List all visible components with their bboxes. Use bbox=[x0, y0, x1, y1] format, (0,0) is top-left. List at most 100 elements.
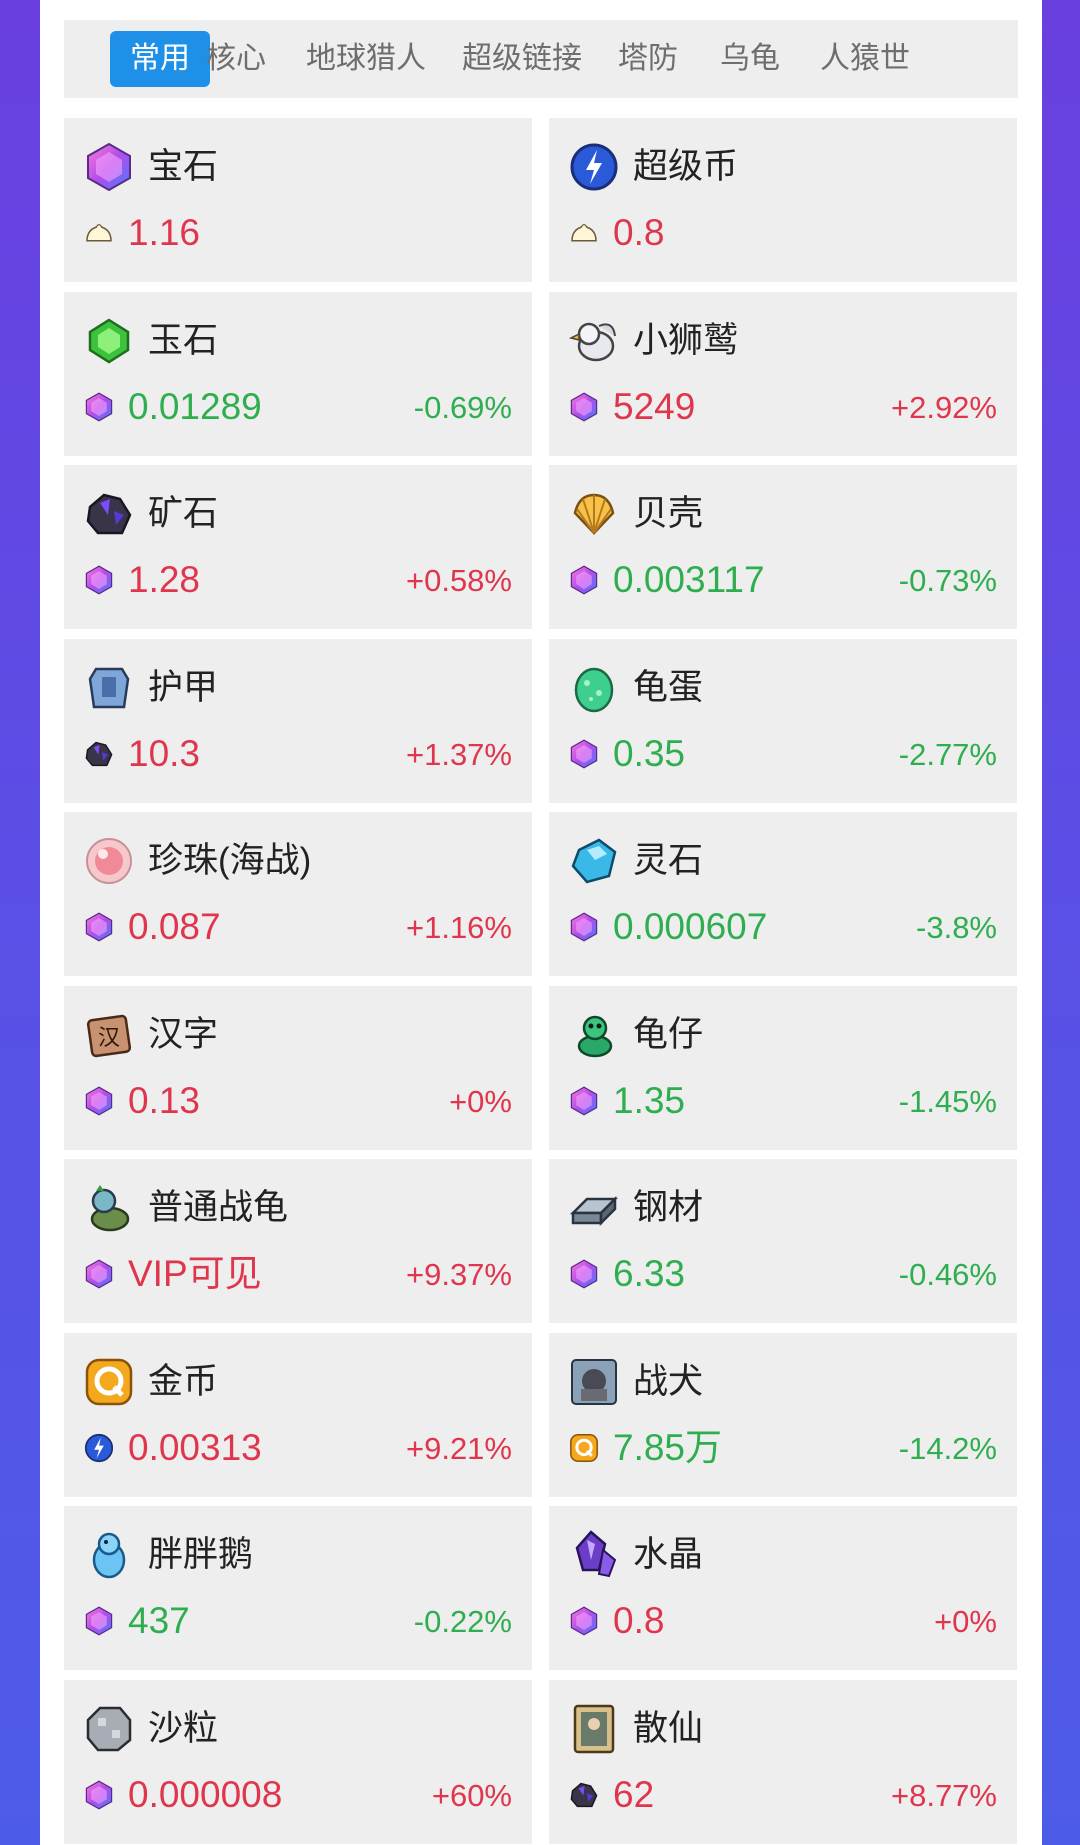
item-change: -0.22% bbox=[413, 1604, 512, 1639]
item-name: 小狮鹫 bbox=[633, 320, 739, 360]
item-price: 437 bbox=[128, 1600, 190, 1641]
spirit-stone-icon bbox=[569, 836, 619, 886]
item-card[interactable]: 贝壳 0.003117 -0.73% bbox=[549, 465, 1017, 629]
item-price: 0.000607 bbox=[613, 906, 768, 947]
sand-icon bbox=[84, 1704, 134, 1754]
item-name: 宝石 bbox=[148, 147, 219, 186]
item-change: -0.46% bbox=[898, 1257, 997, 1292]
armor-icon bbox=[84, 663, 134, 713]
item-name: 龟蛋 bbox=[633, 667, 704, 707]
gem-icon bbox=[569, 1086, 599, 1116]
item-price: 1.28 bbox=[128, 559, 201, 600]
item-card[interactable]: 汉 汉字 0.13 +0% bbox=[64, 985, 532, 1150]
item-price: 1.35 bbox=[613, 1079, 686, 1121]
tab-earth-hunter[interactable]: 地球猎人 bbox=[306, 31, 426, 87]
gem-icon bbox=[569, 1606, 599, 1636]
griffin-icon bbox=[569, 316, 619, 366]
item-card[interactable]: 灵石 0.000607 -3.8% bbox=[549, 812, 1017, 976]
item-card[interactable]: 胖胖鹅 437 -0.22% bbox=[64, 1506, 532, 1670]
item-name: 珍珠(海战) bbox=[148, 841, 312, 880]
super-coin-icon bbox=[569, 142, 619, 192]
ore-icon bbox=[84, 489, 134, 539]
bun-icon bbox=[569, 218, 599, 248]
gem-icon bbox=[569, 739, 599, 769]
crystal-icon bbox=[569, 1530, 619, 1580]
item-price: 0.003117 bbox=[613, 559, 765, 600]
item-card[interactable]: 散仙 62 +8.77% bbox=[549, 1679, 1017, 1844]
item-card[interactable]: 水晶 0.8 +0% bbox=[549, 1506, 1017, 1670]
item-name: 战犬 bbox=[633, 1361, 704, 1401]
item-price: 7.85万 bbox=[613, 1426, 723, 1468]
item-name: 护甲 bbox=[148, 667, 219, 707]
item-name: 胖胖鹅 bbox=[148, 1535, 254, 1574]
item-change: -0.69% bbox=[413, 389, 512, 425]
tab-turtle[interactable]: 乌龟 bbox=[720, 31, 780, 87]
gem-icon bbox=[84, 1086, 114, 1116]
gold-coin-icon bbox=[569, 1433, 599, 1463]
item-change: +1.37% bbox=[405, 736, 512, 772]
item-card[interactable]: 金币 0.00313 +9.21% bbox=[64, 1332, 532, 1497]
super-coin-icon bbox=[84, 1433, 114, 1463]
item-change: -3.8% bbox=[916, 910, 997, 945]
gem-icon bbox=[569, 912, 599, 942]
gem-icon bbox=[569, 392, 599, 422]
item-change: +2.92% bbox=[890, 389, 997, 425]
ore-icon bbox=[84, 739, 114, 769]
item-name: 金币 bbox=[148, 1361, 219, 1401]
tab-tower-defense[interactable]: 塔防 bbox=[618, 31, 678, 87]
item-card[interactable]: 龟仔 1.35 -1.45% bbox=[549, 985, 1017, 1150]
item-change: -1.45% bbox=[898, 1083, 997, 1119]
item-card[interactable]: 超级币 0.8 bbox=[549, 118, 1017, 282]
item-change: +60% bbox=[431, 1777, 512, 1813]
item-name: 沙粒 bbox=[148, 1708, 219, 1748]
item-name: 普通战龟 bbox=[148, 1188, 289, 1227]
item-price: 0.00313 bbox=[128, 1426, 262, 1468]
item-change: +1.16% bbox=[405, 910, 512, 945]
tab-super-link[interactable]: 超级链接 bbox=[462, 31, 582, 87]
item-card[interactable]: 护甲 10.3 +1.37% bbox=[64, 638, 532, 803]
category-tab-bar: 常用 核心 地球猎人 超级链接 塔防 乌龟 人猿世 bbox=[64, 20, 1018, 98]
tab-core[interactable]: 核心 bbox=[206, 31, 266, 87]
item-price: 5249 bbox=[613, 385, 696, 427]
item-change: -2.77% bbox=[898, 736, 997, 772]
jade-icon bbox=[84, 316, 134, 366]
item-price: 1.16 bbox=[128, 212, 201, 253]
item-change: +0% bbox=[449, 1083, 512, 1119]
tab-ape-world[interactable]: 人猿世 bbox=[820, 31, 910, 87]
gem-icon bbox=[84, 565, 114, 595]
item-card[interactable]: 珍珠(海战) 0.087 +1.16% bbox=[64, 812, 532, 976]
item-name: 钢材 bbox=[633, 1188, 704, 1227]
item-price: 0.01289 bbox=[128, 385, 262, 427]
item-card[interactable]: 矿石 1.28 +0.58% bbox=[64, 465, 532, 629]
item-card[interactable]: 战犬 7.85万 -14.2% bbox=[549, 1332, 1017, 1497]
item-name: 超级币 bbox=[633, 147, 739, 186]
hanzi-tile-icon: 汉 bbox=[84, 1010, 134, 1060]
item-name: 龟仔 bbox=[633, 1014, 704, 1054]
item-card[interactable]: 普通战龟 VIP可见 +9.37% bbox=[64, 1159, 532, 1323]
item-price: 0.000008 bbox=[128, 1773, 283, 1815]
gem-icon bbox=[84, 912, 114, 942]
item-card[interactable]: 玉石 0.01289 -0.69% bbox=[64, 291, 532, 456]
tab-common[interactable]: 常用 bbox=[110, 31, 210, 87]
item-name: 贝壳 bbox=[633, 494, 704, 533]
market-panel: 常用 核心 地球猎人 超级链接 塔防 乌龟 人猿世 宝石 1.16 超级币 0.8 玉石… bbox=[40, 0, 1042, 1845]
item-name: 矿石 bbox=[148, 494, 219, 533]
gem-icon bbox=[569, 1259, 599, 1289]
item-change: -14.2% bbox=[898, 1430, 997, 1466]
item-change: +9.37% bbox=[405, 1257, 512, 1292]
item-card[interactable]: 龟蛋 0.35 -2.77% bbox=[549, 638, 1017, 803]
gold-coin-icon bbox=[84, 1357, 134, 1407]
gem-icon bbox=[84, 1606, 114, 1636]
item-card[interactable]: 宝石 1.16 bbox=[64, 118, 532, 282]
item-price: 10.3 bbox=[128, 732, 201, 774]
item-change: +0% bbox=[934, 1604, 997, 1639]
item-card[interactable]: 小狮鹫 5249 +2.92% bbox=[549, 291, 1017, 456]
pearl-icon bbox=[84, 836, 134, 886]
item-card[interactable]: 沙粒 0.000008 +60% bbox=[64, 1679, 532, 1844]
ore-icon bbox=[569, 1780, 599, 1810]
item-price: 0.35 bbox=[613, 732, 686, 774]
item-change: +0.58% bbox=[405, 563, 512, 598]
item-price: 0.8 bbox=[613, 1600, 665, 1641]
item-card[interactable]: 钢材 6.33 -0.46% bbox=[549, 1159, 1017, 1323]
war-turtle-icon bbox=[84, 1183, 134, 1233]
